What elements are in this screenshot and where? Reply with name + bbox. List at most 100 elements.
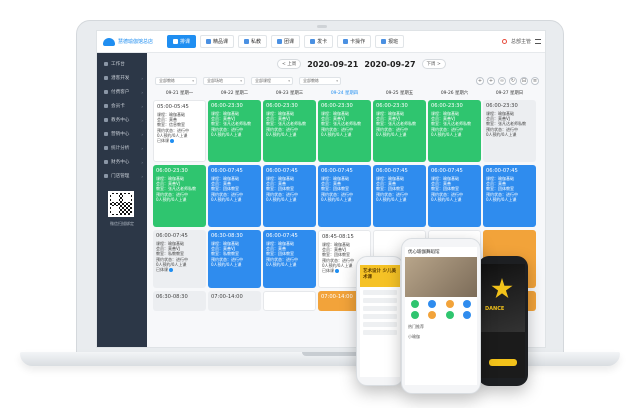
chevron-right-icon: › bbox=[141, 173, 143, 179]
class-card[interactable]: 06:00-23:30 课程：瑜伽基础 会员：莫善VJ 教室：张凡达老师私教 预约状态：… bbox=[153, 165, 206, 227]
tab-label: 精品课 bbox=[213, 39, 229, 45]
day-header: 09-25 星期五 bbox=[385, 91, 414, 96]
class-time: 06:00-23:30 bbox=[376, 103, 408, 109]
week-start-date: 2020-09-21 bbox=[307, 59, 359, 69]
sidebar-item-icon bbox=[104, 146, 108, 150]
toolbar-icon-3[interactable]: ↻ bbox=[509, 77, 517, 85]
class-detail: 0人预约/0人上课 bbox=[486, 131, 517, 137]
chevron-right-icon: › bbox=[141, 103, 143, 109]
class-card[interactable]: 06:00-07:45 课程：瑜伽基础 会员：莫善 教室：团体教室 预约状态：进行中 0人… bbox=[483, 165, 536, 227]
tab-0[interactable]: 排课 bbox=[167, 35, 197, 48]
chevron-right-icon: › bbox=[141, 131, 143, 137]
class-tag-label: 已体课 bbox=[157, 138, 169, 144]
class-time: 06:00-07:45 bbox=[376, 168, 408, 174]
tab-icon bbox=[244, 39, 250, 44]
class-card[interactable]: 06:00-23:30 课程：瑜伽基础 会员：莫善VJ 教室：张凡达老师私教 预约状态：… bbox=[208, 100, 261, 162]
sidebar-item-label: 门店管理 bbox=[111, 174, 130, 179]
sidebar-item-8[interactable]: 门店管理 › bbox=[97, 169, 147, 183]
day-header: 09-24 星期四 bbox=[330, 91, 359, 96]
class-card[interactable]: 06:00-07:45 课程：瑜伽基础 会员：莫善VJ 教室：私教教室 预约状态：进行中… bbox=[153, 230, 206, 288]
tab-2[interactable]: 私教 bbox=[238, 35, 268, 48]
notification-icon[interactable] bbox=[501, 39, 507, 44]
tab-3[interactable]: 团课 bbox=[271, 35, 301, 48]
filter-select-2[interactable]: 全部课程 ▾ bbox=[251, 77, 293, 85]
filter-bar: 全部教练 ▾ 全部场地 ▾ 全部课程 ▾ 全部教练 ▾ bbox=[155, 77, 341, 85]
class-card[interactable]: 06:00-23:30 课程：瑜伽基础 会员：莫善VJ 教室：张凡达老师私教 预约状态：… bbox=[373, 100, 426, 162]
class-tag-label: 已体课 bbox=[156, 267, 168, 273]
sidebar-item-icon bbox=[104, 76, 108, 80]
class-card[interactable]: 06:00-07:45 课程：瑜伽基础 会员：莫善 教室：团体教室 预约状态：进行中 0人… bbox=[208, 165, 261, 227]
sidebar-item-7[interactable]: 财务中心 › bbox=[97, 155, 147, 169]
class-card[interactable] bbox=[263, 291, 316, 311]
chevron-right-icon: › bbox=[141, 117, 143, 123]
toolbar-icon-0[interactable]: + bbox=[476, 77, 484, 85]
sidebar-item-label: 工作台 bbox=[111, 62, 125, 67]
status-dot-icon bbox=[170, 138, 174, 143]
menu-icon[interactable] bbox=[535, 39, 541, 44]
filter-select-1[interactable]: 全部场地 ▾ bbox=[203, 77, 245, 85]
sidebar-item-icon bbox=[104, 90, 108, 94]
phone-center-title: 优心瑜伽舞蹈馆 bbox=[408, 250, 440, 255]
toolbar-icon-5[interactable]: ≡ bbox=[531, 77, 539, 85]
class-time: 06:00-07:45 bbox=[266, 168, 298, 174]
week-end-date: 2020-09-27 bbox=[364, 59, 416, 69]
toolbar-icon-4[interactable]: ⊟ bbox=[520, 77, 528, 85]
class-card[interactable]: 06:00-07:45 课程：瑜伽基础 会员：莫善 教室：团体教室 预约状态：进行中 0人… bbox=[318, 165, 371, 227]
sidebar-item-2[interactable]: 付费客户 › bbox=[97, 85, 147, 99]
class-card[interactable]: 06:30-08:30 bbox=[153, 291, 206, 311]
class-tag: 已体课 bbox=[157, 138, 202, 143]
sidebar-item-3[interactable]: 会员卡 › bbox=[97, 99, 147, 113]
class-card[interactable]: 06:00-07:45 课程：瑜伽基础 会员：莫善 教室：团体教室 预约状态：进行中 0人… bbox=[263, 165, 316, 227]
class-card[interactable]: 07:00-14:00 bbox=[208, 291, 261, 311]
sidebar-item-4[interactable]: 教务中心 › bbox=[97, 113, 147, 127]
class-card[interactable]: 06:00-23:30 课程：瑜伽基础 会员：莫善VJ 教室：张凡达老师私教 预约状态：… bbox=[318, 100, 371, 162]
next-week-button[interactable]: 下周 > bbox=[421, 59, 446, 69]
class-time: 06:30-08:30 bbox=[211, 233, 243, 239]
filter-select-0[interactable]: 全部教练 ▾ bbox=[155, 77, 197, 85]
class-card[interactable]: 06:00-07:45 课程：瑜伽基础 会员：莫善 教室：团体教室 预约状态：进行中 0人… bbox=[373, 165, 426, 227]
sidebar-item-label: 统计分析 bbox=[111, 146, 130, 151]
qr-code-image bbox=[108, 191, 134, 217]
phone-right-cta-button[interactable] bbox=[489, 359, 517, 366]
tab-4[interactable]: 发卡 bbox=[304, 35, 334, 48]
class-card[interactable]: 06:00-23:30 课程：瑜伽基础 会员：莫善VJ 教室：张凡达老师私教 预约状态：… bbox=[263, 100, 316, 162]
tab-5[interactable]: 卡操作 bbox=[337, 35, 372, 48]
phone-left-banner: 艺术设计 少儿美术课 bbox=[360, 265, 400, 287]
tab-label: 私教 bbox=[251, 39, 262, 45]
class-card[interactable]: 06:30-08:30 课程：瑜伽基础 会员：莫善VJ 教室：私教教室 预约状态：进行中… bbox=[208, 230, 261, 288]
class-time: 07:00-14:00 bbox=[211, 294, 243, 300]
class-card[interactable]: 06:00-07:45 课程：瑜伽基础 会员：莫善 教室：团体教室 预约状态：进行中 0人… bbox=[263, 230, 316, 288]
class-card[interactable]: 05:00-05:45 课程：瑜伽基础 会员：莫善 教室：信息教室 预约状态：进行中 0人… bbox=[153, 100, 206, 162]
class-detail: 教室：张凡达老师私教 bbox=[486, 121, 526, 127]
tab-6[interactable]: 报班 bbox=[375, 35, 405, 48]
nav-user-area: 总部主管 bbox=[501, 38, 545, 45]
tab-icon bbox=[206, 39, 212, 44]
toolbar-icon-2[interactable]: ∞ bbox=[498, 77, 506, 85]
filter-select-3[interactable]: 全部教练 ▾ bbox=[299, 77, 341, 85]
chevron-down-icon: ▾ bbox=[192, 79, 194, 83]
user-name[interactable]: 总部主管 bbox=[511, 38, 531, 45]
brand: 慧德瑜伽馆总店 bbox=[97, 37, 167, 46]
sidebar-item-0[interactable]: 工作台 bbox=[97, 57, 147, 71]
class-detail: 教室：张凡达老师私教 bbox=[156, 186, 196, 192]
prev-week-button[interactable]: < 上周 bbox=[277, 59, 302, 69]
class-detail: 教室：张凡达老师私教 bbox=[211, 121, 251, 127]
class-detail: 0人预约/0人上课 bbox=[266, 131, 297, 137]
class-detail: 教室：张凡达老师私教 bbox=[321, 121, 361, 127]
toolbar-icon-1[interactable]: + bbox=[487, 77, 495, 85]
class-card[interactable]: 06:00-23:30 课程：瑜伽基础 会员：莫善VJ 教室：张凡达老师私教 预约状态：… bbox=[428, 100, 481, 162]
class-card[interactable]: 06:00-07:45 课程：瑜伽基础 会员：莫善 教室：团体教室 预约状态：进行中 0人… bbox=[428, 165, 481, 227]
sidebar-item-label: 教务中心 bbox=[111, 118, 130, 123]
day-header: 09-27 星期日 bbox=[495, 91, 524, 96]
sidebar-item-5[interactable]: 营销中心 › bbox=[97, 127, 147, 141]
chevron-down-icon: ▾ bbox=[288, 79, 290, 83]
class-card[interactable]: 06:00-23:30 课程：瑜伽基础 会员：莫善VJ 教室：张凡达老师私教 预约状态：… bbox=[483, 100, 536, 162]
sidebar-item-6[interactable]: 统计分析 › bbox=[97, 141, 147, 155]
tab-label: 团课 bbox=[284, 39, 295, 45]
class-detail: 0人预约/0人上课 bbox=[211, 196, 242, 202]
tab-1[interactable]: 精品课 bbox=[200, 35, 235, 48]
phone-center-icon-grid bbox=[405, 297, 477, 322]
class-detail: 0人预约/0人上课 bbox=[486, 196, 517, 202]
sidebar-item-1[interactable]: 潜客开发 › bbox=[97, 71, 147, 85]
class-time: 06:00-07:45 bbox=[486, 168, 518, 174]
